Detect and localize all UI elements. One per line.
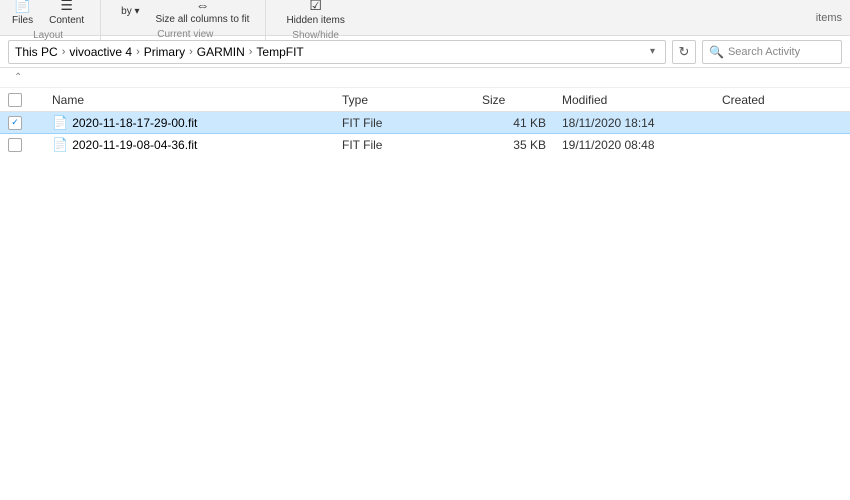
search-box[interactable]: 🔍 Search Activity [702,40,842,64]
file-type-1: FIT File [342,116,482,130]
by-button[interactable]: by ▾ [117,4,143,19]
size-columns-icon: ⇔ [195,0,209,13]
by-label: by ▾ [121,6,139,17]
file-name-1: 📄 2020-11-18-17-29-00.fit [32,115,342,131]
breadcrumb-vivoactive[interactable]: vivoactive 4 [69,45,132,59]
layout-title: Layout [33,30,63,41]
up-arrow-row: ⌃ [0,68,850,88]
file-modified-2: 19/11/2020 08:48 [562,138,722,152]
file-icon-1: 📄 [52,115,68,131]
column-header-modified[interactable]: Modified [562,93,722,107]
breadcrumb-tempfit[interactable]: TempFIT [256,45,303,59]
show-hide-buttons: ☑ Hidden items [282,0,348,28]
select-all-checkbox[interactable] [8,93,22,107]
current-view-buttons: by ▾ ⇔ Size all columns to fit [117,0,253,27]
search-placeholder: Search Activity [728,46,800,58]
breadcrumb-sep-4: › [249,46,253,58]
file-type-2: FIT File [342,138,482,152]
content-button[interactable]: ☰ Content [45,0,88,28]
layout-buttons: 📄 Files ☰ Content [8,0,88,28]
file-list: ✓ 📄 2020-11-18-17-29-00.fit FIT File 41 … [0,112,850,156]
breadcrumb-sep-1: › [62,46,66,58]
breadcrumb-sep-2: › [136,46,140,58]
file-name-2: 📄 2020-11-19-08-04-36.fit [32,137,342,153]
column-header-type[interactable]: Type [342,93,482,107]
row-check-2[interactable] [8,138,32,152]
row-check-1[interactable]: ✓ [8,116,32,130]
file-size-1: 41 KB [482,116,562,130]
show-hide-title: Show/hide [292,30,339,41]
hidden-items-button[interactable]: ☑ Hidden items [282,0,348,28]
current-view-title: Current view [157,29,213,40]
size-all-label: Size all columns to fit [156,14,250,25]
breadcrumb-garmin[interactable]: GARMIN [197,45,245,59]
column-header-name[interactable]: Name [32,93,342,107]
file-modified-1: 18/11/2020 18:14 [562,116,722,130]
items-count: items [816,12,842,24]
content-label: Content [49,15,84,26]
refresh-button[interactable]: ↻ [672,40,696,64]
hidden-items-label: Hidden items [286,15,344,26]
items-label: items [816,12,842,24]
layout-section: 📄 Files ☰ Content Layout [8,0,101,41]
column-headers: Name Type Size Modified Created [0,88,850,112]
search-icon: 🔍 [709,45,724,59]
column-header-size[interactable]: Size [482,93,562,107]
check-mark-1: ✓ [11,117,19,128]
breadcrumb-dropdown[interactable]: ▾ [646,46,659,57]
file-size-2: 35 KB [482,138,562,152]
row-checkbox-1[interactable]: ✓ [8,116,22,130]
file-icon-2: 📄 [52,137,68,153]
up-arrow-button[interactable]: ⌃ [8,70,28,85]
file-name-text-1: 2020-11-18-17-29-00.fit [72,116,197,130]
toolbar-left: 📄 Files ☰ Content Layout by ▾ ⇔ Size all… [8,0,349,41]
table-row[interactable]: 📄 2020-11-19-08-04-36.fit FIT File 35 KB… [0,134,850,156]
size-all-columns-button[interactable]: ⇔ Size all columns to fit [152,0,254,27]
column-header-created[interactable]: Created [722,93,842,107]
table-row[interactable]: ✓ 📄 2020-11-18-17-29-00.fit FIT File 41 … [0,112,850,134]
breadcrumb[interactable]: This PC › vivoactive 4 › Primary › GARMI… [8,40,666,64]
files-button[interactable]: 📄 Files [8,0,37,28]
breadcrumb-this-pc[interactable]: This PC [15,45,58,59]
refresh-icon: ↻ [679,44,690,60]
breadcrumb-primary[interactable]: Primary [144,45,185,59]
empty-area [0,156,850,456]
file-name-text-2: 2020-11-19-08-04-36.fit [72,138,197,152]
row-checkbox-2[interactable] [8,138,22,152]
current-view-section: by ▾ ⇔ Size all columns to fit Current v… [117,0,266,40]
address-bar: This PC › vivoactive 4 › Primary › GARMI… [0,36,850,68]
hidden-items-icon: ☑ [309,0,322,14]
breadcrumb-sep-3: › [189,46,193,58]
header-check[interactable] [8,93,32,107]
toolbar: 📄 Files ☰ Content Layout by ▾ ⇔ Size all… [0,0,850,36]
files-icon: 📄 [14,0,31,14]
show-hide-section: ☑ Hidden items Show/hide [282,0,348,41]
files-label: Files [12,15,33,26]
content-icon: ☰ [60,0,73,14]
